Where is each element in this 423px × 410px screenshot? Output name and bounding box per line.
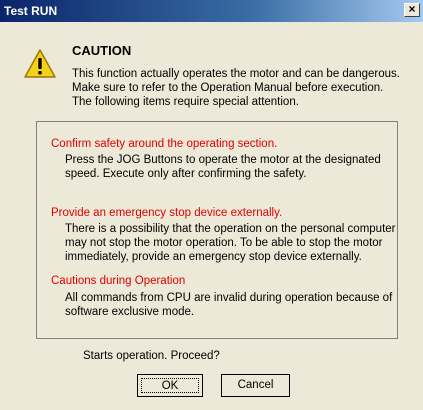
cancel-button-label: Cancel <box>237 379 274 391</box>
cancel-button[interactable]: Cancel <box>221 374 290 397</box>
item-2-line-2: may not stop the motor operation. To be … <box>65 237 383 249</box>
item-2-line-3: immediately, provide an emergency stop d… <box>65 251 362 263</box>
item-1-line-2: speed. Execute only after confirming the… <box>65 168 307 180</box>
proceed-prompt: Starts operation. Proceed? <box>83 350 220 362</box>
caution-heading: CAUTION <box>72 43 132 58</box>
caution-items-panel: Confirm safety around the operating sect… <box>36 121 398 339</box>
item-3-title: Cautions during Operation <box>51 275 186 287</box>
close-icon: × <box>408 2 416 16</box>
ok-button-label: OK <box>161 380 179 392</box>
item-1-title: Confirm safety around the operating sect… <box>51 138 278 150</box>
item-3-line-1: All commands from CPU are invalid during… <box>65 292 393 304</box>
intro-line-3: The following items require special atte… <box>72 96 299 108</box>
title-bar: Test RUN × <box>0 0 423 22</box>
window-title: Test RUN <box>4 4 58 18</box>
close-button[interactable]: × <box>404 3 420 17</box>
item-2-line-1: There is a possibility that the operatio… <box>65 223 396 235</box>
intro-line-2: Make sure to refer to the Operation Manu… <box>72 82 384 94</box>
item-3-line-2: software exclusive mode. <box>65 306 195 318</box>
focus-rect: OK <box>141 378 199 393</box>
warning-triangle-icon <box>24 49 56 78</box>
item-2-title: Provide an emergency stop device externa… <box>51 207 283 219</box>
ok-button[interactable]: OK <box>137 374 203 397</box>
item-1-line-1: Press the JOG Buttons to operate the mot… <box>65 154 381 166</box>
intro-line-1: This function actually operates the moto… <box>72 68 400 80</box>
